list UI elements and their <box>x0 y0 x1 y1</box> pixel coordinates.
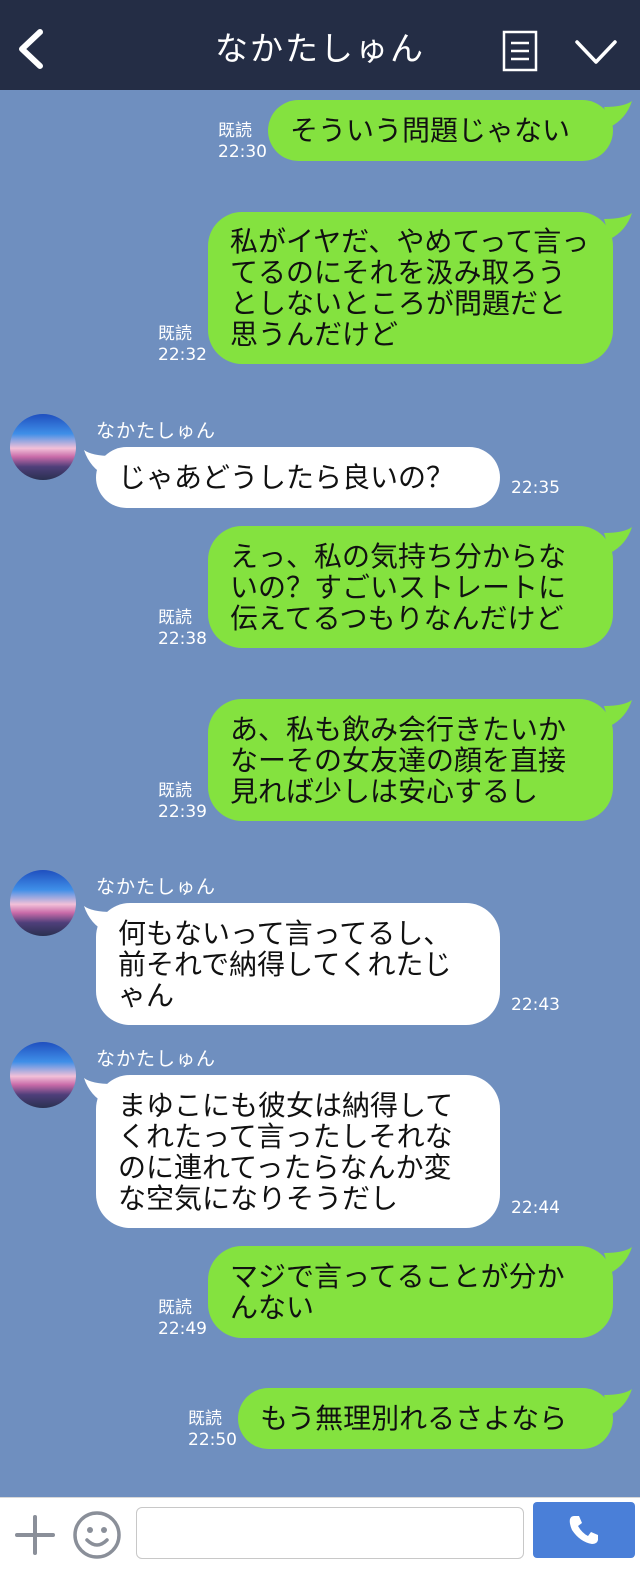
message-text: 私がイヤだ、やめてって言ってるのにそれを汲み取ろうとしないところが問題だと思うん… <box>230 225 590 351</box>
bubble-tail <box>604 700 632 726</box>
message-time: 22:30 <box>218 142 267 162</box>
message-meta: 既読 22:39 <box>158 781 207 823</box>
avatar[interactable] <box>10 414 76 480</box>
received-bubble[interactable]: じゃあどうしたら良いの？ <box>96 447 500 508</box>
sender-name: なかたしゅん <box>96 1048 217 1070</box>
call-button[interactable] <box>533 1502 635 1558</box>
menu-list-icon[interactable] <box>502 30 538 72</box>
read-receipt: 既読 <box>158 781 192 801</box>
input-bar <box>0 1497 640 1582</box>
message-meta: 既読 22:38 <box>158 608 207 650</box>
sent-bubble[interactable]: そういう問題じゃない <box>268 100 613 161</box>
message-text: マジで言ってることが分かんない <box>230 1260 565 1324</box>
sent-bubble[interactable]: あ、私も飲み会行きたいかなーその女友達の顔を直接見れば少しは安心するし <box>208 699 613 821</box>
message-time: 22:32 <box>158 345 207 365</box>
read-receipt: 既読 <box>158 1298 192 1318</box>
message-time: 22:49 <box>158 1319 207 1339</box>
message-meta: 既読 22:30 <box>218 121 267 163</box>
message-time: 22:39 <box>158 802 207 822</box>
bubble-tail <box>604 213 632 239</box>
read-receipt: 既読 <box>188 1409 222 1429</box>
phone-icon <box>569 1516 598 1544</box>
read-receipt: 既読 <box>218 121 252 141</box>
received-bubble[interactable]: まゆこにも彼女は納得してくれたって言ったしそれなのに連れてったらなんか変な空気に… <box>96 1075 500 1228</box>
read-receipt: 既読 <box>158 324 192 344</box>
chat-title: なかたしゅん <box>215 29 425 68</box>
bubble-tail <box>604 1389 632 1415</box>
message-text: まゆこにも彼女は納得してくれたって言ったしそれなのに連れてったらなんか変な空気に… <box>118 1088 454 1215</box>
sender-name: なかたしゅん <box>96 420 217 442</box>
chevron-down-icon[interactable] <box>574 38 618 66</box>
bubble-tail <box>604 527 632 553</box>
sender-name: なかたしゅん <box>96 876 217 898</box>
message-text: もう無理別れるさよなら <box>260 1402 568 1435</box>
sent-bubble[interactable]: マジで言ってることが分かんない <box>208 1246 613 1338</box>
emoji-icon[interactable] <box>72 1510 122 1560</box>
message-time: 22:44 <box>511 1198 560 1218</box>
message-meta: 既読 22:50 <box>188 1409 237 1451</box>
sent-bubble[interactable]: 私がイヤだ、やめてって言ってるのにそれを汲み取ろうとしないところが問題だと思うん… <box>208 212 613 364</box>
avatar[interactable] <box>10 1042 76 1108</box>
message-meta: 既読 22:32 <box>158 324 207 366</box>
sent-bubble[interactable]: もう無理別れるさよなら <box>238 1388 613 1449</box>
message-text: そういう問題じゃない <box>290 114 571 147</box>
message-text: 何もないって言ってるし、前それで納得してくれたじゃん <box>118 916 452 1012</box>
message-input[interactable] <box>136 1507 524 1559</box>
plus-icon[interactable] <box>14 1514 56 1556</box>
message-text: えっ、私の気持ち分からないの？すごいストレートに伝えてるつもりなんだけど <box>230 539 567 635</box>
message-text: あ、私も飲み会行きたいかなーその女友達の顔を直接見れば少しは安心するし <box>230 712 567 808</box>
bubble-tail <box>604 101 632 127</box>
message-time: 22:35 <box>511 478 560 498</box>
chat-header: なかたしゅん <box>0 0 640 90</box>
bubble-tail <box>604 1247 632 1273</box>
sent-bubble[interactable]: えっ、私の気持ち分からないの？すごいストレートに伝えてるつもりなんだけど <box>208 526 613 648</box>
message-time: 22:43 <box>511 995 560 1015</box>
avatar[interactable] <box>10 870 76 936</box>
message-meta: 既読 22:49 <box>158 1298 207 1340</box>
received-bubble[interactable]: 何もないって言ってるし、前それで納得してくれたじゃん <box>96 903 500 1025</box>
message-time: 22:50 <box>188 1430 237 1450</box>
message-time: 22:38 <box>158 629 207 649</box>
message-text: じゃあどうしたら良いの？ <box>118 461 455 494</box>
read-receipt: 既読 <box>158 608 192 628</box>
